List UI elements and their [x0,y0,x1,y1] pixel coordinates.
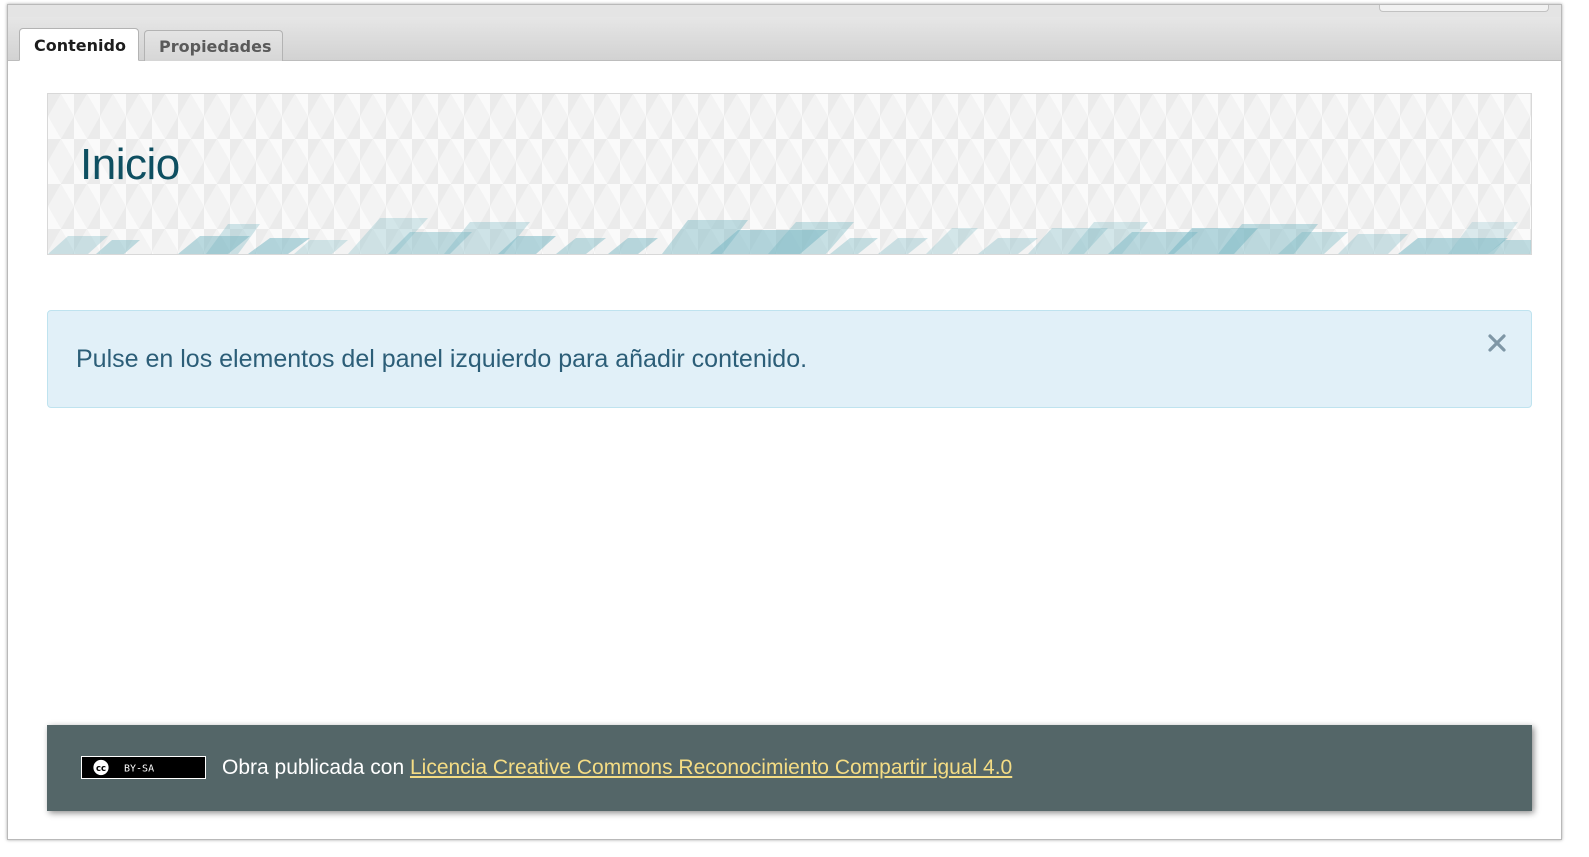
page-title: Inicio [80,140,180,189]
footer-text: Obra publicada con Licencia Creative Com… [222,725,1012,811]
app-window: Contenido Propiedades Inicio Pulse en lo… [7,4,1562,840]
svg-text:cc: cc [96,764,106,774]
license-link[interactable]: Licencia Creative Commons Reconocimiento… [410,756,1012,779]
page-footer: cc BY-SA Obra publicada con Licencia Cre… [47,725,1532,811]
banner-decoration [48,202,1531,254]
close-icon[interactable] [1485,331,1509,355]
alert-message: Pulse en los elementos del panel izquier… [76,345,808,373]
tab-propiedades[interactable]: Propiedades [144,30,283,61]
footer-label: Obra publicada con [222,756,405,779]
tab-bar: Contenido Propiedades [8,17,1561,61]
cc-by-sa-badge-icon[interactable]: cc BY-SA [81,756,206,779]
page-header-banner: Inicio [47,93,1532,255]
top-strip-control[interactable] [1379,5,1549,12]
badge-text: BY-SA [124,764,154,775]
info-alert: Pulse en los elementos del panel izquier… [47,310,1532,408]
tab-contenido[interactable]: Contenido [19,28,139,61]
content-area: Inicio Pulse en los elementos del panel … [8,61,1561,839]
